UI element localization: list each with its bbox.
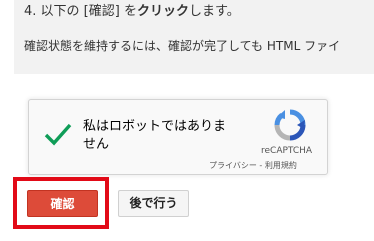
later-button[interactable]: 後で行う [118,190,189,217]
link-separator: - [256,161,265,170]
recaptcha-logo-icon [274,109,306,141]
terms-link[interactable]: 利用規約 [265,161,297,170]
privacy-link[interactable]: プライバシー [209,161,257,170]
step-click-word: クリック [136,4,189,19]
recaptcha-label: 私はロボットではありません [83,119,227,152]
step-suffix: します。 [189,4,240,19]
step-middle: ] を [114,4,137,19]
step-instruction: 4. 以下の [確認] をクリックします。 [24,0,240,19]
recaptcha-links: プライバシー - 利用規約 [209,160,297,171]
confirm-button[interactable]: 確認 [27,190,98,217]
recaptcha-widget[interactable]: 私はロボットではありません reCAPTCHA プライバシー - 利用規約 [28,99,328,175]
checkmark-icon[interactable] [43,122,73,146]
step-prefix: 4. 以下の [ [24,4,89,19]
instruction-note: 確認状態を維持するには、確認が完了しても HTML ファイ [24,39,341,53]
recaptcha-brand: reCAPTCHA [261,146,313,156]
step-confirm-word: 確認 [88,4,115,19]
verification-page: 4. 以下の [確認] をクリックします。 確認状態を維持するには、確認が完了し… [0,0,374,241]
